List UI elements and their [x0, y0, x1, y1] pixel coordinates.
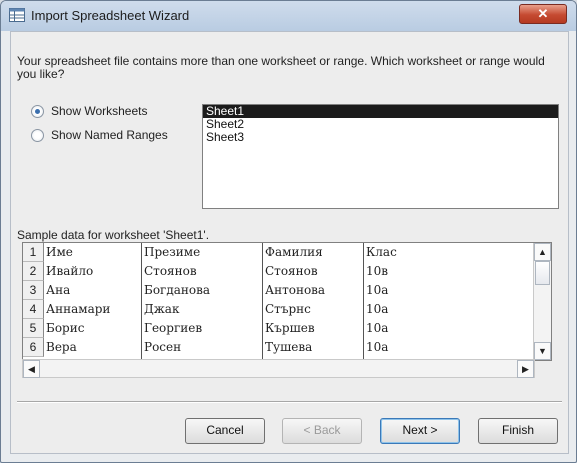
table-row: 2 Ивайло Стоянов Стоянов 10в	[23, 262, 533, 281]
horizontal-scrollbar[interactable]: ◀ ▶	[22, 359, 535, 378]
row-number: 1	[23, 243, 44, 262]
table-cell: 10в	[366, 264, 389, 278]
table-cell: Ивайло	[46, 264, 94, 278]
show-named-ranges-label: Show Named Ranges	[51, 128, 168, 142]
finish-button[interactable]: Finish	[478, 418, 558, 444]
table-cell: Клас	[366, 245, 397, 259]
list-item-sheet3[interactable]: Sheet3	[203, 131, 558, 144]
row-number: 4	[23, 300, 44, 319]
vertical-scrollbar[interactable]: ▲ ▼	[533, 243, 551, 360]
table-row: 4 Аннамари Джак Стърнс 10а	[23, 300, 533, 319]
table-cell: 10а	[366, 340, 389, 354]
scroll-up-icon[interactable]: ▲	[534, 243, 551, 261]
table-cell: Аннамари	[46, 302, 111, 316]
table-cell: Росен	[144, 340, 182, 354]
table-cell: Кършев	[265, 321, 315, 335]
table-cell: Антонова	[265, 283, 326, 297]
row-number: 2	[23, 262, 44, 281]
import-wizard-window: Import Spreadsheet Wizard ✕ Your spreads…	[0, 0, 577, 463]
scroll-down-icon[interactable]: ▼	[534, 342, 551, 360]
row-number: 3	[23, 281, 44, 300]
next-button[interactable]: Next >	[380, 418, 460, 444]
table-cell: Име	[46, 245, 73, 259]
table-cell: Стоянов	[144, 264, 197, 278]
table-row: 5 Борис Георгиев Кършев 10а	[23, 319, 533, 338]
table-row: 1 Име Презиме Фамилия Клас	[23, 243, 533, 262]
back-button: < Back	[282, 418, 362, 444]
spreadsheet-icon	[9, 8, 25, 22]
table-cell: Георгиев	[144, 321, 203, 335]
table-row: 3 Ана Богданова Антонова 10а	[23, 281, 533, 300]
table-cell: Борис	[46, 321, 85, 335]
table-cell: 10а	[366, 321, 389, 335]
sample-data-label: Sample data for worksheet 'Sheet1'.	[17, 228, 210, 242]
cancel-button[interactable]: Cancel	[185, 418, 265, 444]
close-button[interactable]: ✕	[519, 4, 567, 24]
table-cell: Стоянов	[265, 264, 318, 278]
scroll-thumb[interactable]	[535, 261, 550, 285]
table-cell: Тушева	[265, 340, 313, 354]
wizard-prompt: Your spreadsheet file contains more than…	[17, 54, 545, 81]
divider	[17, 401, 562, 403]
wizard-body: Your spreadsheet file contains more than…	[10, 31, 569, 454]
table-cell: 10а	[366, 283, 389, 297]
worksheet-list[interactable]: Sheet1 Sheet2 Sheet3	[202, 104, 559, 209]
sample-data-grid[interactable]: 1 Име Презиме Фамилия Клас 2 Ивайло Стоя…	[22, 242, 552, 361]
table-cell: Джак	[144, 302, 180, 316]
row-number: 5	[23, 319, 44, 338]
scroll-left-icon[interactable]: ◀	[23, 360, 40, 378]
table-cell: 10а	[366, 302, 389, 316]
table-cell: Богданова	[144, 283, 211, 297]
window-title: Import Spreadsheet Wizard	[31, 8, 190, 23]
row-number: 6	[23, 338, 44, 357]
table-cell: Стърнс	[265, 302, 311, 316]
show-worksheets-label: Show Worksheets	[51, 104, 148, 118]
table-cell: Вера	[46, 340, 77, 354]
radio-checked-icon[interactable]	[31, 104, 44, 118]
show-worksheets-radio[interactable]: Show Worksheets	[31, 104, 148, 118]
table-cell: Ана	[46, 283, 71, 297]
scroll-right-icon[interactable]: ▶	[517, 360, 534, 378]
list-item-sheet1[interactable]: Sheet1	[203, 105, 558, 118]
show-named-ranges-radio[interactable]: Show Named Ranges	[31, 128, 168, 142]
table-cell: Презиме	[144, 245, 201, 259]
table-cell: Фамилия	[265, 245, 323, 259]
table-row: 6 Вера Росен Тушева 10а	[23, 338, 533, 357]
list-item-sheet2[interactable]: Sheet2	[203, 118, 558, 131]
title-bar: Import Spreadsheet Wizard ✕	[1, 1, 576, 31]
radio-unchecked-icon[interactable]	[31, 128, 44, 142]
